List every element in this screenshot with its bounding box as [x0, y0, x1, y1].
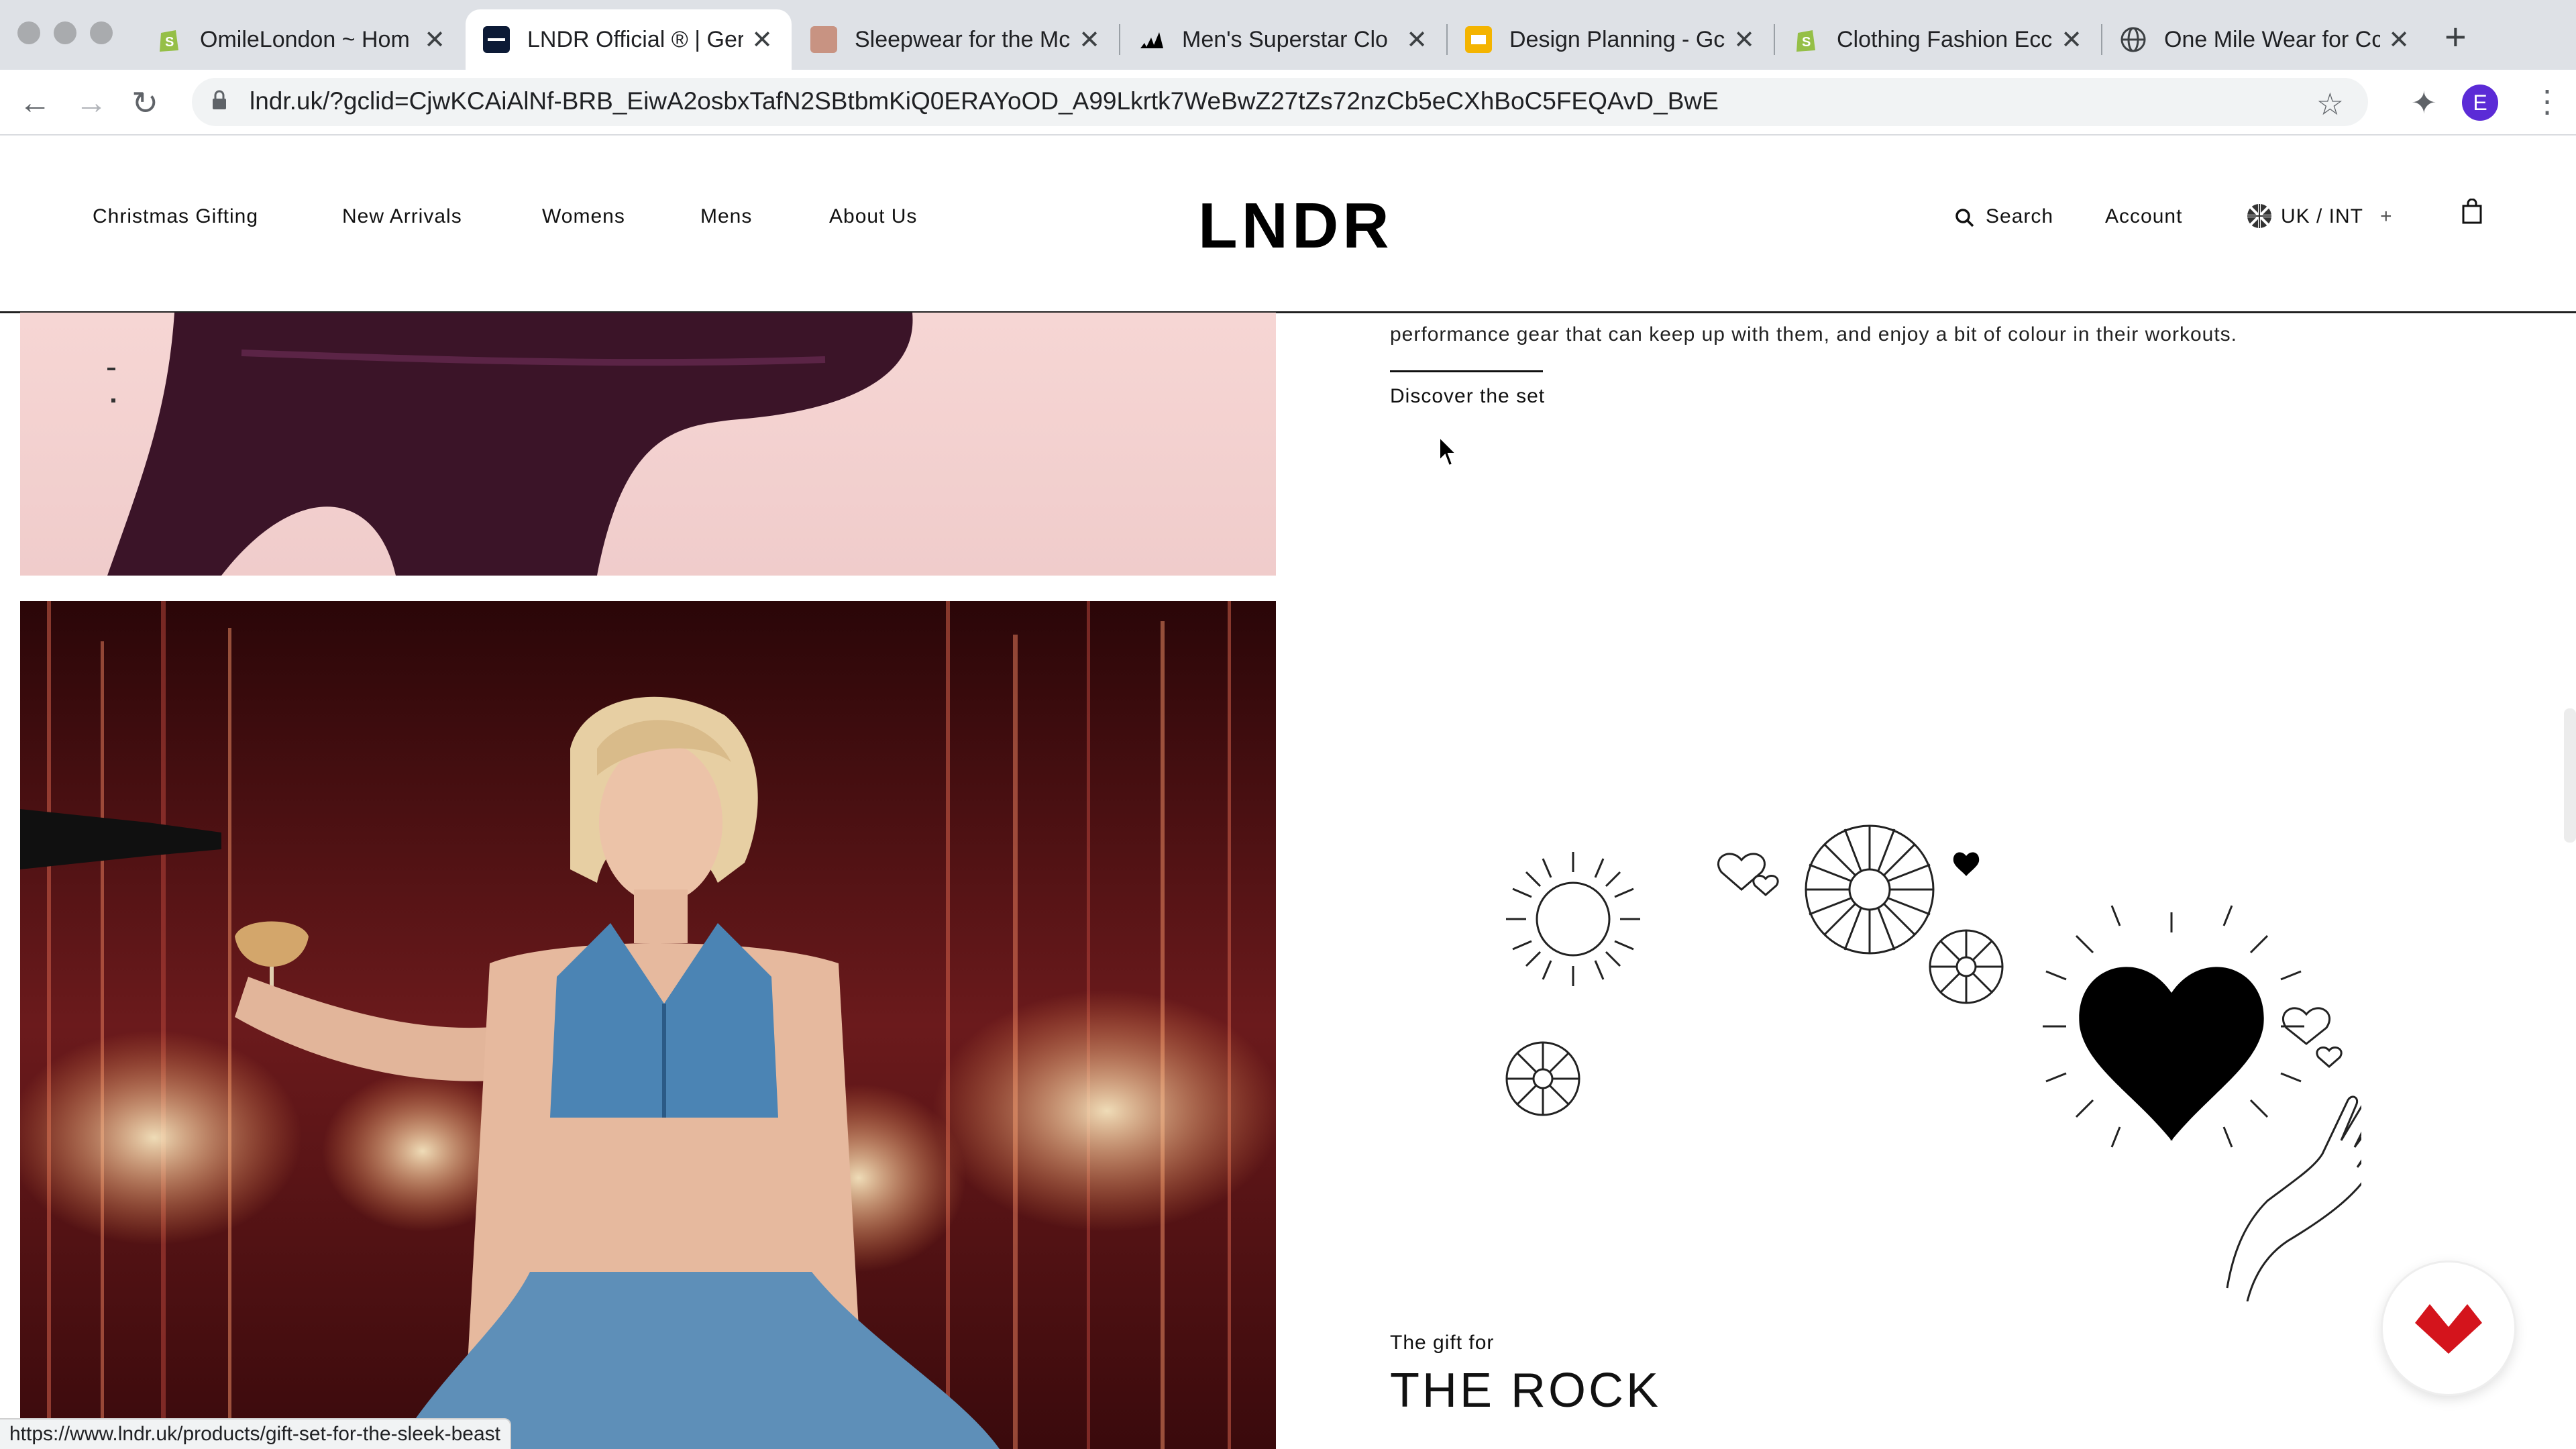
browser-menu-icon[interactable]: ⋮ — [2532, 83, 2563, 119]
browser-tab[interactable]: One Mile Wear for Cc ✕ — [2102, 9, 2428, 70]
svg-text:S: S — [1802, 35, 1811, 50]
outline-heart-icon — [1752, 875, 1779, 896]
page-scrollbar-thumb[interactable] — [2564, 708, 2576, 843]
url-text[interactable]: lndr.uk/?gclid=CjwKCAiAlNf-BRB_EiwA2osbx… — [250, 87, 1719, 115]
hand-icon — [2226, 1095, 2361, 1301]
tab-title: Design Planning - Gc — [1509, 26, 1725, 52]
tab-title: Clothing Fashion Ecc — [1837, 26, 2053, 52]
svg-text:S: S — [165, 35, 174, 50]
shopify-icon: S — [156, 26, 182, 53]
small-filled-heart-icon — [1953, 852, 1980, 876]
shopify-icon: S — [1792, 26, 1819, 53]
tab-title: One Mile Wear for Cc — [2164, 26, 2380, 52]
tab-close-icon[interactable]: ✕ — [1732, 25, 1756, 55]
image-icon — [810, 26, 837, 53]
small-flower-icon — [1505, 1041, 1580, 1116]
lndr-icon — [483, 26, 510, 53]
tab-close-icon[interactable]: ✕ — [1077, 25, 1102, 55]
lock-icon — [213, 90, 226, 109]
browser-tab[interactable]: Design Planning - Gc ✕ — [1448, 9, 1774, 70]
hero-image-sports-bra-model — [20, 601, 1276, 1449]
browser-tab-strip: S OmileLondon ~ Hom ✕ LNDR Official ® | … — [0, 0, 2576, 70]
account-link[interactable]: Account — [2105, 205, 2182, 228]
mouse-pointer-icon — [1439, 436, 1458, 467]
discover-underline — [1390, 370, 1543, 372]
gift-illustration — [1505, 824, 2361, 1301]
nav-womens[interactable]: Womens — [542, 205, 625, 228]
reload-icon[interactable]: ↻ — [131, 85, 158, 122]
extensions-puzzle-icon[interactable]: ✦ — [2411, 85, 2437, 121]
tab-close-icon[interactable]: ✕ — [2387, 25, 2411, 55]
browser-tab[interactable]: Men's Superstar Clo ✕ — [1120, 9, 1446, 70]
nav-about-us[interactable]: About Us — [829, 205, 917, 228]
search-link[interactable]: Search — [1986, 205, 2053, 228]
chat-widget-button[interactable] — [2383, 1263, 2514, 1394]
browser-tab-active[interactable]: LNDR Official ® | Ger ✕ — [466, 9, 792, 70]
daisy-icon — [1805, 824, 1935, 955]
tab-close-icon[interactable]: ✕ — [2059, 25, 2084, 55]
forward-arrow-icon[interactable]: → — [75, 85, 107, 121]
tab-title: LNDR Official ® | Ger — [527, 26, 743, 52]
shopping-bag-icon[interactable] — [2462, 199, 2482, 224]
browser-tab[interactable]: Sleepwear for the Mc ✕ — [793, 9, 1119, 70]
nav-mens[interactable]: Mens — [700, 205, 752, 228]
site-logo[interactable]: LNDR — [1198, 189, 1393, 263]
heart-logo-icon — [2415, 1304, 2482, 1354]
daisy-small-icon — [1929, 929, 2004, 1004]
search-icon[interactable] — [1955, 208, 1975, 228]
region-selector[interactable]: UK / INT — [2281, 205, 2363, 228]
sun-icon — [1506, 852, 1640, 986]
nav-christmas-gifting[interactable]: Christmas Gifting — [93, 205, 258, 228]
window-close-dot[interactable] — [17, 21, 40, 44]
window-zoom-dot[interactable] — [90, 21, 113, 44]
window-minimize-dot[interactable] — [54, 21, 76, 44]
hero-image-leggings — [20, 313, 1276, 576]
tab-close-icon[interactable]: ✕ — [1405, 25, 1429, 55]
browser-tab[interactable]: S Clothing Fashion Ecc ✕ — [1775, 9, 2101, 70]
tab-title: Sleepwear for the Mc — [855, 26, 1071, 52]
outline-heart-icon — [2316, 1046, 2343, 1068]
tab-close-icon[interactable]: ✕ — [750, 25, 774, 55]
profile-avatar[interactable]: E — [2462, 85, 2498, 121]
globe-icon — [2120, 26, 2147, 53]
gift-kicker: The gift for — [1390, 1332, 1495, 1354]
slides-icon — [1465, 26, 1492, 53]
tab-title: OmileLondon ~ Hom — [200, 26, 410, 52]
browser-tab[interactable]: S OmileLondon ~ Hom ✕ — [138, 9, 464, 70]
discover-the-set-link[interactable]: Discover the set — [1390, 385, 1545, 408]
gift-title: THE ROCK — [1390, 1364, 1662, 1417]
filled-heart-icon — [2079, 967, 2264, 1140]
nav-new-arrivals[interactable]: New Arrivals — [342, 205, 462, 228]
uk-flag-icon — [2247, 204, 2271, 228]
bookmark-star-icon[interactable]: ☆ — [2316, 86, 2344, 122]
back-arrow-icon[interactable]: ← — [19, 85, 51, 121]
new-tab-button[interactable]: + — [2445, 15, 2467, 58]
status-bar-link-preview: https://www.lndr.uk/products/gift-set-fo… — [0, 1418, 511, 1449]
adidas-icon — [1138, 26, 1165, 53]
tab-title: Men's Superstar Clo — [1182, 26, 1388, 52]
address-bar[interactable]: lndr.uk/?gclid=CjwKCAiAlNf-BRB_EiwA2osbx… — [192, 78, 2368, 126]
outline-heart-icon — [1717, 853, 1766, 891]
site-header: Christmas Gifting New Arrivals Womens Me… — [0, 136, 2576, 313]
region-plus-icon[interactable]: + — [2380, 205, 2393, 228]
intro-paragraph: performance gear that can keep up with t… — [1390, 323, 2237, 345]
browser-toolbar: ← → ↻ lndr.uk/?gclid=CjwKCAiAlNf-BRB_Eiw… — [0, 70, 2576, 136]
tab-close-icon[interactable]: ✕ — [423, 25, 447, 55]
